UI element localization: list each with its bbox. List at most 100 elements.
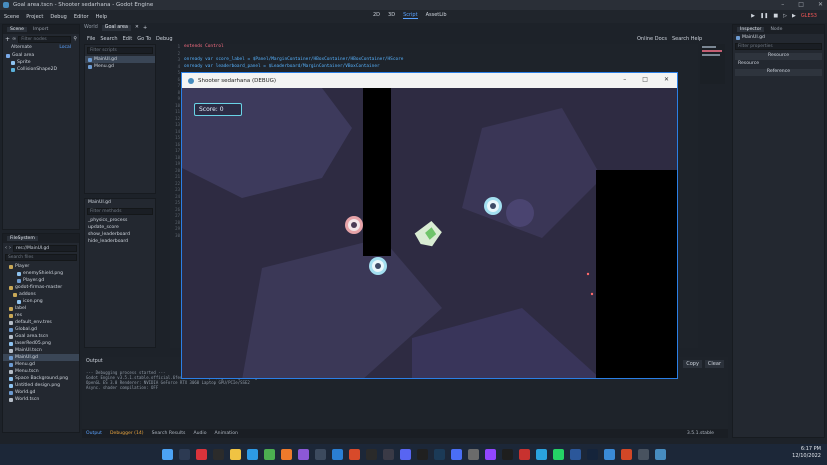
game-debug-window[interactable]: Shooter sedarhana (DEBUG) – □ ✕ Score: 0 [181, 72, 678, 379]
game-close-icon[interactable]: ✕ [664, 76, 669, 83]
office-icon[interactable] [348, 449, 360, 460]
tab-import[interactable]: Import [33, 27, 48, 32]
pause-icon[interactable]: ❚❚ [760, 13, 768, 19]
telegram-icon[interactable] [535, 449, 547, 460]
app-icon[interactable] [586, 449, 598, 460]
file-item[interactable]: World.tscn [3, 396, 79, 403]
play-custom-icon[interactable]: ▶ [792, 13, 796, 19]
powerpoint-icon[interactable] [620, 449, 632, 460]
local-button[interactable]: Local [59, 45, 71, 50]
game-minimize-icon[interactable]: – [623, 76, 626, 83]
filter-properties-input[interactable]: Filter properties [735, 43, 822, 50]
app-icon[interactable] [467, 449, 479, 460]
discord-icon[interactable] [399, 449, 411, 460]
menu-scene[interactable]: Scene [4, 14, 19, 20]
file-item[interactable]: Menu.tscn [3, 368, 79, 375]
browser-icon[interactable] [246, 449, 258, 460]
app-icon[interactable] [365, 449, 377, 460]
section-resource[interactable]: Resource [735, 53, 822, 60]
file-item[interactable]: enemyShield.png [3, 270, 79, 277]
search-icon[interactable] [178, 449, 190, 460]
tab-inspector[interactable]: Inspector [737, 27, 765, 32]
file-item[interactable]: godot-firmas-master [3, 284, 79, 291]
file-item[interactable]: MainUI.tscn [3, 347, 79, 354]
file-item[interactable]: Goal area.tscn [3, 333, 79, 340]
method-item[interactable]: _physics_process [85, 217, 155, 224]
script-menu-edit[interactable]: Edit [123, 36, 133, 42]
alternate-button[interactable]: Alternate [11, 45, 32, 50]
godot-icon[interactable] [654, 449, 666, 460]
file-item[interactable]: icon.png [3, 298, 79, 305]
tree-node-goal-area[interactable]: Goal area [3, 52, 79, 59]
app-icon[interactable] [518, 449, 530, 460]
tab-search-results[interactable]: Search Results [152, 431, 186, 436]
minimize-icon[interactable]: – [781, 1, 784, 8]
workspace-2d[interactable]: 2D [373, 12, 380, 19]
folder-icon[interactable] [229, 449, 241, 460]
back-icon[interactable]: ‹ [5, 245, 7, 252]
script-item-mainui[interactable]: MainUI.gd [85, 56, 155, 63]
code-minimap[interactable] [700, 44, 725, 84]
tab-world[interactable]: World [84, 25, 98, 31]
start-icon[interactable] [161, 449, 173, 460]
method-item[interactable]: update_score [85, 224, 155, 231]
script-menu-debug[interactable]: Debug [156, 36, 172, 42]
file-item[interactable]: res [3, 312, 79, 319]
close-tab-icon[interactable]: ✕ [135, 25, 139, 31]
workspace-3d[interactable]: 3D [388, 12, 395, 19]
section-reference[interactable]: Reference [735, 69, 822, 76]
link-icon[interactable]: ∞ [12, 36, 16, 43]
filter-methods-input[interactable]: Filter methods [87, 208, 153, 215]
tab-node[interactable]: Node [770, 27, 782, 32]
app-icon[interactable] [297, 449, 309, 460]
workspace-script[interactable]: Script [403, 12, 418, 19]
app-icon[interactable] [450, 449, 462, 460]
file-item[interactable]: laserRed05.png [3, 340, 79, 347]
file-item[interactable]: addons [3, 291, 79, 298]
renderer-label[interactable]: GLES3 [801, 13, 817, 19]
code-line[interactable]: onready var score_label = $Panel/MarginC… [184, 57, 403, 64]
add-node-icon[interactable]: + [5, 36, 10, 43]
section-resource-2[interactable]: Resource [735, 61, 822, 68]
file-item[interactable]: label [3, 305, 79, 312]
code-line[interactable]: onready var leaderboard_panel = $Leaderb… [184, 64, 403, 71]
file-item[interactable]: MainUI.gd [3, 354, 79, 361]
tree-node-sprite[interactable]: Sprite [3, 59, 79, 66]
search-files-input[interactable]: Search files [5, 254, 77, 261]
game-viewport[interactable]: Score: 0 [182, 88, 677, 378]
firefox-icon[interactable] [280, 449, 292, 460]
file-item[interactable]: Menu.gd [3, 361, 79, 368]
system-tray[interactable]: 6:17 PM 12/10/2022 [792, 446, 821, 460]
app-icon[interactable] [195, 449, 207, 460]
app-icon[interactable] [416, 449, 428, 460]
app-icon[interactable] [212, 449, 224, 460]
script-item-menu[interactable]: Menu.gd [85, 63, 155, 70]
file-item[interactable]: Player [3, 263, 79, 270]
forward-icon[interactable]: › [9, 245, 11, 252]
file-item[interactable]: Untitled design.png [3, 382, 79, 389]
tab-audio[interactable]: Audio [193, 431, 206, 436]
file-item[interactable]: Space Background.png [3, 375, 79, 382]
path-field[interactable]: res://MainUI.gd [13, 245, 77, 252]
filter-scripts-input[interactable]: Filter scripts [87, 47, 153, 54]
steam-icon[interactable] [433, 449, 445, 460]
file-item[interactable]: Player.gd [3, 277, 79, 284]
stop-icon[interactable]: ■ [773, 13, 778, 19]
menu-debug[interactable]: Debug [50, 14, 66, 20]
app-icon[interactable] [501, 449, 513, 460]
play-scene-icon[interactable]: ▷ [783, 13, 787, 19]
tree-node-collisionshape[interactable]: CollisionShape2D [3, 66, 79, 73]
script-menu-search[interactable]: Search [100, 36, 117, 42]
game-maximize-icon[interactable]: □ [642, 76, 648, 83]
chrome-icon[interactable] [263, 449, 275, 460]
online-docs-link[interactable]: Online Docs [637, 36, 667, 42]
app-icon[interactable] [314, 449, 326, 460]
whatsapp-icon[interactable] [552, 449, 564, 460]
file-item[interactable]: Global.gd [3, 326, 79, 333]
word-icon[interactable] [569, 449, 581, 460]
copy-button[interactable]: Copy [683, 360, 702, 368]
play-icon[interactable]: ▶ [751, 13, 755, 19]
menu-editor[interactable]: Editor [74, 14, 89, 20]
menu-help[interactable]: Help [96, 14, 107, 20]
method-item[interactable]: hide_leaderboard [85, 238, 155, 245]
